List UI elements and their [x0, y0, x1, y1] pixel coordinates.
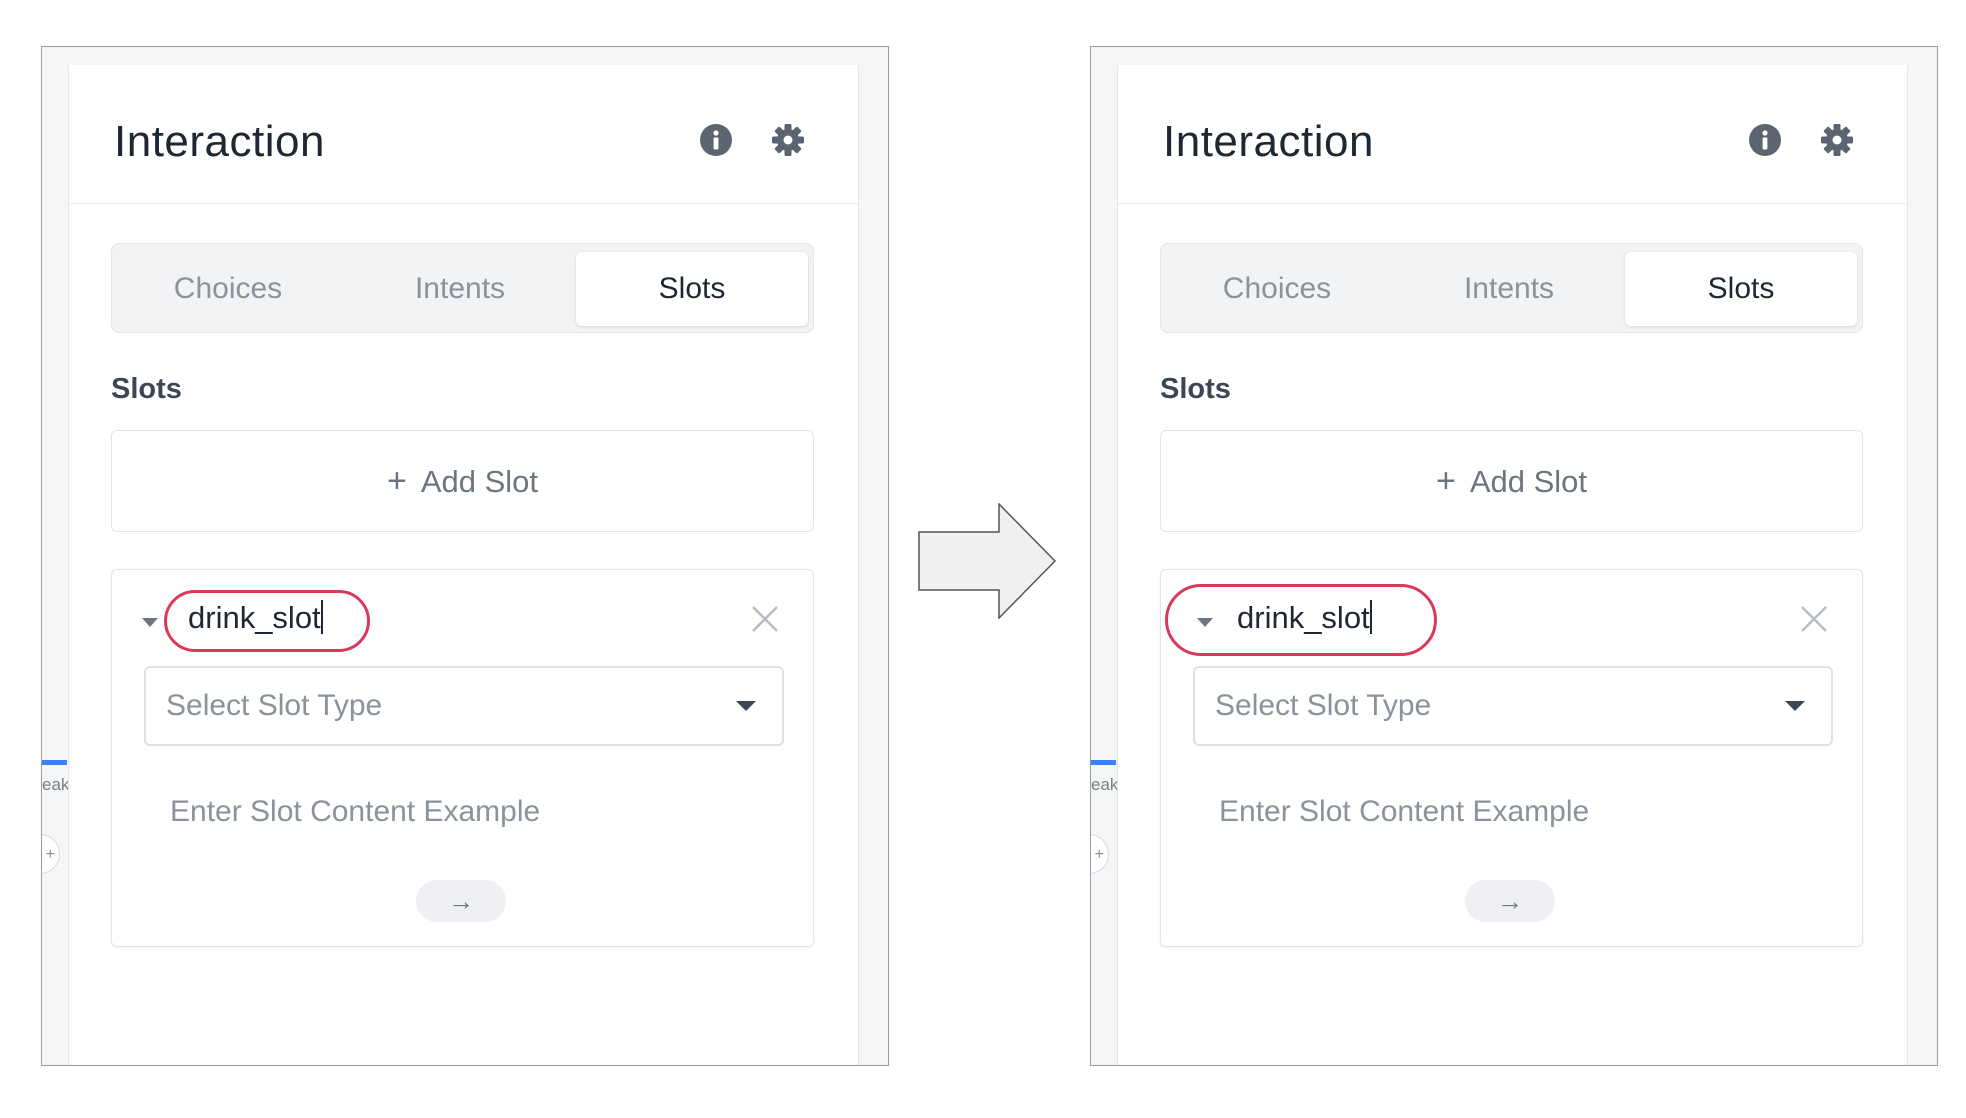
- slot-type-placeholder: Select Slot Type: [166, 689, 383, 722]
- right-arrow-icon: [918, 503, 1057, 619]
- slot-example-input[interactable]: Enter Slot Content Example: [1219, 795, 1589, 829]
- tab-choices[interactable]: Choices: [1161, 252, 1393, 326]
- slot-type-select[interactable]: Select Slot Type: [1193, 666, 1833, 746]
- panel-title: Interaction: [1163, 117, 1374, 166]
- close-icon[interactable]: [750, 604, 780, 634]
- canvas-edge-accent: [1091, 760, 1116, 765]
- slot-card: drink_slot Select Slot Type Enter Slot C…: [111, 569, 814, 947]
- slot-name-value: drink_slot: [1237, 600, 1370, 635]
- slot-name-input[interactable]: drink_slot: [1237, 600, 1372, 636]
- interaction-panel: Interaction Choices Intents Slots Slots …: [68, 65, 859, 1065]
- dropdown-arrow-icon: [736, 701, 756, 711]
- section-label-slots: Slots: [111, 373, 182, 405]
- slot-name-value: drink_slot: [188, 600, 321, 635]
- slot-card: drink_slot Select Slot Type Enter Slot C…: [1160, 569, 1863, 947]
- interaction-panel: Interaction Choices Intents Slots Slots …: [1117, 65, 1908, 1065]
- panel-header: Interaction: [69, 65, 858, 204]
- tab-choices[interactable]: Choices: [112, 252, 344, 326]
- submit-arrow-button[interactable]: →: [1465, 880, 1555, 922]
- screenshot-before: eak + Interaction Choices Intents Slots …: [41, 46, 889, 1066]
- canvas-add-node-button[interactable]: +: [1091, 834, 1109, 874]
- tab-bar: Choices Intents Slots: [111, 243, 814, 333]
- info-icon[interactable]: [699, 123, 733, 157]
- slot-example-input[interactable]: Enter Slot Content Example: [170, 795, 540, 829]
- plus-icon: +: [386, 462, 407, 500]
- add-slot-label: Add Slot: [1469, 464, 1588, 499]
- section-label-slots: Slots: [1160, 373, 1231, 405]
- close-icon[interactable]: [1799, 604, 1829, 634]
- panel-title: Interaction: [114, 117, 325, 166]
- add-slot-button[interactable]: + Add Slot: [1160, 430, 1863, 532]
- slot-name-input[interactable]: drink_slot: [188, 600, 323, 636]
- gear-icon[interactable]: [1820, 123, 1854, 157]
- tab-intents[interactable]: Intents: [1393, 252, 1625, 326]
- canvas-edge: eak +: [1091, 47, 1119, 1065]
- canvas-edge-accent: [42, 760, 67, 765]
- caret-down-icon[interactable]: [142, 618, 158, 627]
- tab-slots[interactable]: Slots: [1625, 252, 1857, 326]
- screenshot-after: eak + Interaction Choices Intents Slots …: [1090, 46, 1938, 1066]
- tab-intents[interactable]: Intents: [344, 252, 576, 326]
- slot-type-select[interactable]: Select Slot Type: [144, 666, 784, 746]
- slot-type-placeholder: Select Slot Type: [1215, 689, 1432, 722]
- text-cursor: [1369, 600, 1372, 634]
- add-slot-label: Add Slot: [420, 464, 539, 499]
- caret-down-icon[interactable]: [1197, 618, 1213, 627]
- tab-bar: Choices Intents Slots: [1160, 243, 1863, 333]
- tab-slots[interactable]: Slots: [576, 252, 808, 326]
- panel-header: Interaction: [1118, 65, 1907, 204]
- canvas-edge-text: eak: [42, 775, 70, 794]
- dropdown-arrow-icon: [1785, 701, 1805, 711]
- canvas-add-node-button[interactable]: +: [42, 834, 60, 874]
- add-slot-button[interactable]: + Add Slot: [111, 430, 814, 532]
- gear-icon[interactable]: [771, 123, 805, 157]
- canvas-edge: eak +: [42, 47, 70, 1065]
- canvas-edge-text: eak: [1091, 775, 1119, 794]
- info-icon[interactable]: [1748, 123, 1782, 157]
- text-cursor: [320, 600, 323, 634]
- plus-icon: +: [1435, 462, 1456, 500]
- submit-arrow-button[interactable]: →: [416, 880, 506, 922]
